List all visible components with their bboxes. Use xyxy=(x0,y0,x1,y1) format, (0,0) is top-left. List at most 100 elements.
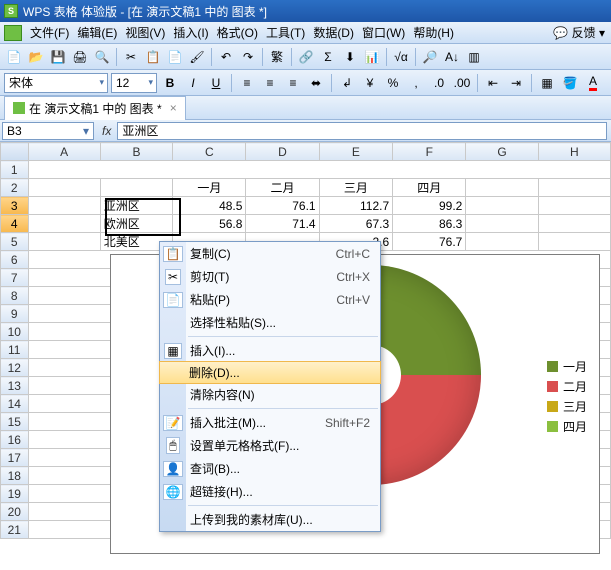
copy-icon[interactable]: 📋 xyxy=(143,47,163,67)
align-left-icon[interactable]: ≡ xyxy=(237,73,257,93)
context-menu-item[interactable]: 选择性粘贴(S)... xyxy=(160,311,380,334)
indent-inc-icon[interactable]: ⇥ xyxy=(506,73,526,93)
row-header[interactable]: 9 xyxy=(1,305,29,323)
formula-icon[interactable]: √α xyxy=(391,47,411,67)
row-header[interactable]: 21 xyxy=(1,521,29,539)
formula-input[interactable]: 亚洲区 xyxy=(117,122,607,140)
cell[interactable]: 二月 xyxy=(246,179,319,197)
context-menu-item[interactable]: 📄粘贴(P)Ctrl+V xyxy=(160,288,380,311)
font-color-icon[interactable]: A xyxy=(583,73,603,93)
cell[interactable]: 48.5 xyxy=(173,197,246,215)
save-icon[interactable]: 💾 xyxy=(48,47,68,67)
context-menu-item[interactable]: 🌐超链接(H)... xyxy=(160,480,380,503)
indent-dec-icon[interactable]: ⇤ xyxy=(483,73,503,93)
name-box[interactable]: B3▾ xyxy=(2,122,94,140)
cell[interactable]: 四月 xyxy=(393,179,466,197)
trad-simp-icon[interactable]: 繁 xyxy=(267,47,287,67)
sort-az-icon[interactable]: A↓ xyxy=(442,47,462,67)
wrap-icon[interactable]: ↲ xyxy=(337,73,357,93)
col-header[interactable]: E xyxy=(319,143,393,161)
select-all-corner[interactable] xyxy=(1,143,29,161)
document-tab[interactable]: 在 演示文稿1 中的 图表 * × xyxy=(4,96,186,120)
context-menu-item[interactable]: ✂剪切(T)Ctrl+X xyxy=(160,265,380,288)
currency-icon[interactable]: ¥ xyxy=(360,73,380,93)
dec-dec-icon[interactable]: .00 xyxy=(452,73,472,93)
app-menu-icon[interactable] xyxy=(4,25,22,41)
print-icon[interactable]: 🖨 xyxy=(70,47,90,67)
menu-help[interactable]: 帮助(H) xyxy=(409,22,458,43)
pane-icon[interactable]: ▥ xyxy=(464,47,484,67)
row-header[interactable]: 7 xyxy=(1,269,29,287)
context-menu-item[interactable]: ▦插入(I)... xyxy=(160,339,380,362)
context-menu-item[interactable]: 🖱设置单元格格式(F)... xyxy=(160,434,380,457)
menu-view[interactable]: 视图(V) xyxy=(121,22,169,43)
merge-icon[interactable]: ⬌ xyxy=(306,73,326,93)
font-size-combo[interactable]: 12 xyxy=(111,73,157,93)
menu-tools[interactable]: 工具(T) xyxy=(262,22,309,43)
cell[interactable]: 112.7 xyxy=(319,197,393,215)
cell[interactable]: 56.8 xyxy=(173,215,246,233)
link-icon[interactable]: 🔗 xyxy=(296,47,316,67)
context-menu-item[interactable]: 上传到我的素材库(U)... xyxy=(160,508,380,531)
row-header[interactable]: 12 xyxy=(1,359,29,377)
context-menu-item[interactable]: 👤查词(B)... xyxy=(160,457,380,480)
context-menu-item[interactable]: 📋复制(C)Ctrl+C xyxy=(160,242,380,265)
cut-icon[interactable]: ✂ xyxy=(121,47,141,67)
row-header[interactable]: 19 xyxy=(1,485,29,503)
col-header[interactable]: F xyxy=(393,143,466,161)
row-header[interactable]: 18 xyxy=(1,467,29,485)
menu-format[interactable]: 格式(O) xyxy=(213,22,262,43)
col-header[interactable]: D xyxy=(246,143,319,161)
align-center-icon[interactable]: ≡ xyxy=(260,73,280,93)
col-header[interactable]: H xyxy=(538,143,610,161)
row-header[interactable]: 10 xyxy=(1,323,29,341)
row-header[interactable]: 8 xyxy=(1,287,29,305)
fx-icon[interactable]: fx xyxy=(96,124,117,138)
col-header[interactable]: C xyxy=(173,143,246,161)
cell[interactable]: 欧洲区 xyxy=(100,215,172,233)
menu-edit[interactable]: 编辑(E) xyxy=(73,22,121,43)
row-header[interactable]: 13 xyxy=(1,377,29,395)
spreadsheet-grid[interactable]: A B C D E F G H 1 2 一月 二月 三月 四月 3 亚洲区 48… xyxy=(0,142,611,570)
row-header[interactable]: 16 xyxy=(1,431,29,449)
cell[interactable]: 三月 xyxy=(319,179,393,197)
open-icon[interactable]: 📂 xyxy=(26,47,46,67)
col-header[interactable]: G xyxy=(466,143,538,161)
comma-icon[interactable]: , xyxy=(406,73,426,93)
row-header[interactable]: 4 xyxy=(1,215,29,233)
row-header[interactable]: 1 xyxy=(1,161,29,179)
context-menu-item[interactable]: 清除内容(N) xyxy=(160,383,380,406)
row-header[interactable]: 2 xyxy=(1,179,29,197)
context-menu-item[interactable]: 📝插入批注(M)...Shift+F2 xyxy=(160,411,380,434)
cell[interactable]: 71.4 xyxy=(246,215,319,233)
row-header[interactable]: 17 xyxy=(1,449,29,467)
cell[interactable]: 86.3 xyxy=(393,215,466,233)
cell[interactable]: 99.2 xyxy=(393,197,466,215)
preview-icon[interactable]: 🔍 xyxy=(92,47,112,67)
close-icon[interactable]: × xyxy=(170,101,177,115)
row-header[interactable]: 6 xyxy=(1,251,29,269)
bold-icon[interactable]: B xyxy=(160,73,180,93)
sum-icon[interactable]: Σ xyxy=(318,47,338,67)
undo-icon[interactable]: ↶ xyxy=(216,47,236,67)
row-header[interactable]: 20 xyxy=(1,503,29,521)
row-header[interactable]: 15 xyxy=(1,413,29,431)
cell[interactable]: 76.1 xyxy=(246,197,319,215)
context-menu-item[interactable]: 删除(D)... xyxy=(159,361,381,384)
dec-inc-icon[interactable]: .0 xyxy=(429,73,449,93)
col-header[interactable]: A xyxy=(28,143,100,161)
feedback-button[interactable]: 💬 反馈 ▾ xyxy=(549,22,609,43)
border-icon[interactable]: ▦ xyxy=(537,73,557,93)
menu-file[interactable]: 文件(F) xyxy=(26,22,73,43)
paste-icon[interactable]: 📄 xyxy=(165,47,185,67)
new-icon[interactable]: 📄 xyxy=(4,47,24,67)
cell[interactable]: 76.7 xyxy=(393,233,466,251)
cell[interactable]: 亚洲区 xyxy=(100,197,172,215)
menu-insert[interactable]: 插入(I) xyxy=(169,22,212,43)
sort-icon[interactable]: ⬇ xyxy=(340,47,360,67)
fill-color-icon[interactable]: 🪣 xyxy=(560,73,580,93)
underline-icon[interactable]: U xyxy=(206,73,226,93)
cell[interactable]: 一月 xyxy=(173,179,246,197)
row-header[interactable]: 5 xyxy=(1,233,29,251)
chart-icon[interactable]: 📊 xyxy=(362,47,382,67)
